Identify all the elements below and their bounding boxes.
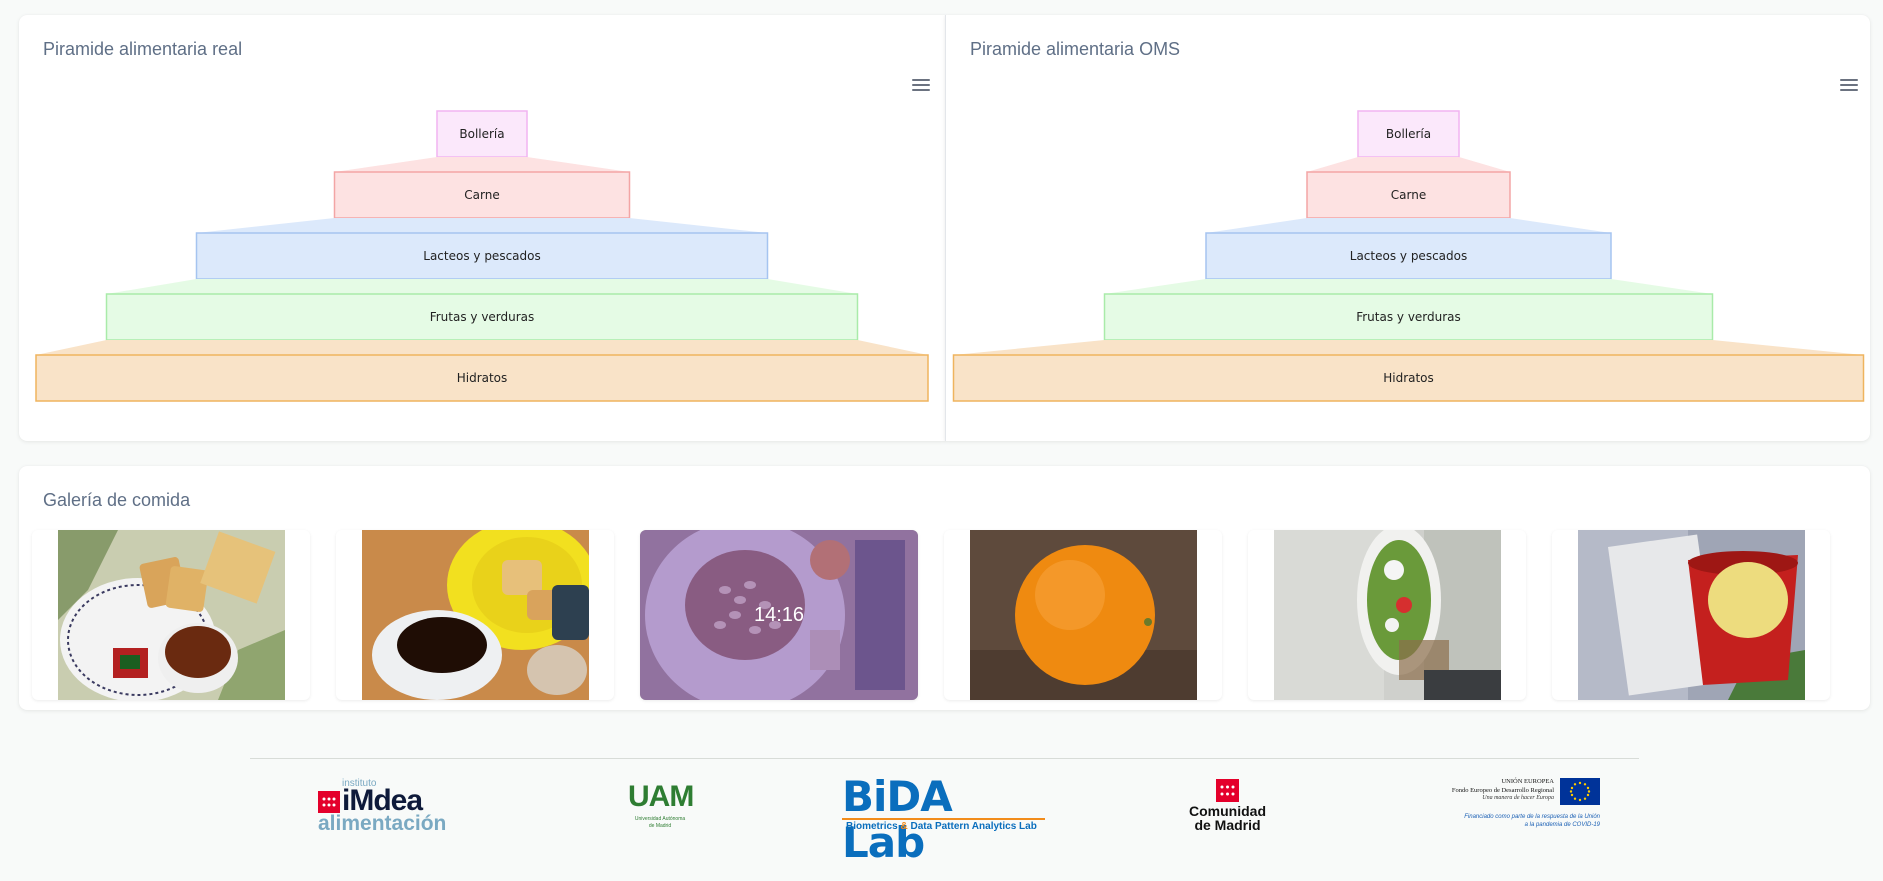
union-europea-feder-logo[interactable]: UNIÓN EUROPEA Fondo Europeo de Desarroll… — [1420, 777, 1600, 833]
pyramid-connector — [106, 279, 858, 294]
pyramid-real-card: Piramide alimentaria real Bollería Carne L… — [19, 15, 945, 441]
pyramid-level-label: Lacteos y pescados — [423, 249, 540, 263]
gallery-item[interactable]: 14:16 — [640, 530, 918, 700]
pyramid-connector — [196, 218, 768, 233]
pyramid-level-label: Frutas y verduras — [1356, 310, 1461, 324]
pyramid-connector — [334, 157, 630, 172]
orange-photo — [970, 530, 1197, 700]
madrid-stars-mark — [1216, 779, 1239, 802]
pyramid-connector — [1307, 157, 1510, 172]
pyramid-connector — [1104, 279, 1713, 294]
pyramid-connector — [1206, 218, 1611, 233]
pyramid-connector — [953, 340, 1864, 355]
pyramid-level-label: Carne — [1391, 188, 1426, 202]
bida-lab-logo[interactable]: BiDA Lab Biometrics & Data Pattern Analy… — [842, 774, 1047, 866]
eu-flag-icon — [1560, 778, 1600, 805]
red-mug-drink-photo — [1578, 530, 1805, 700]
imdea-alimentacion-logo[interactable]: instituto iMdea alimentación — [318, 778, 446, 835]
gallery-item[interactable] — [944, 530, 1222, 700]
time-overlay: 14:16 — [640, 530, 918, 700]
uam-logo[interactable]: UAM Universidad Autónoma de Madrid — [620, 778, 700, 833]
gallery-item[interactable] — [32, 530, 310, 700]
gallery-item[interactable] — [1552, 530, 1830, 700]
gallery-item[interactable] — [336, 530, 614, 700]
pyramid-level-label: Carne — [464, 188, 499, 202]
pyramid-level-label: Hidratos — [1383, 371, 1434, 385]
coffee-toast-photo — [362, 530, 589, 700]
pyramid-oms-card: Piramide alimentaria OMS Bollería Carne La… — [945, 15, 1870, 441]
madrid-stars-mark — [318, 791, 340, 813]
pyramid-level-label: Hidratos — [457, 371, 508, 385]
comunidad-de-madrid-logo[interactable]: Comunidad de Madrid — [1185, 778, 1270, 834]
gallery-title: Galería de comida — [43, 490, 191, 510]
pyramid-real-chart: Bollería Carne Lacteos y pescados Frutas y … — [35, 110, 929, 402]
bean-stew-photo: 14:16 — [640, 530, 918, 700]
gallery-item[interactable] — [1248, 530, 1526, 700]
pyramid-level-label: Bollería — [1386, 127, 1431, 141]
salad-plate-photo — [1274, 530, 1501, 700]
pyramid-level-label: Lacteos y pescados — [1350, 249, 1467, 263]
breakfast-tea-biscuits-photo — [58, 530, 285, 700]
bida-underline — [842, 818, 1045, 820]
pyramid-level-label: Frutas y verduras — [430, 310, 535, 324]
pyramid-level-label: Bollería — [459, 127, 504, 141]
pyramid-oms-chart: Bollería Carne Lacteos y pescados Frutas y … — [952, 110, 1865, 402]
pyramid-connector — [36, 340, 928, 355]
footer-divider — [250, 758, 1639, 759]
food-gallery-card: Galería de comida 14:16 — [19, 466, 1870, 710]
